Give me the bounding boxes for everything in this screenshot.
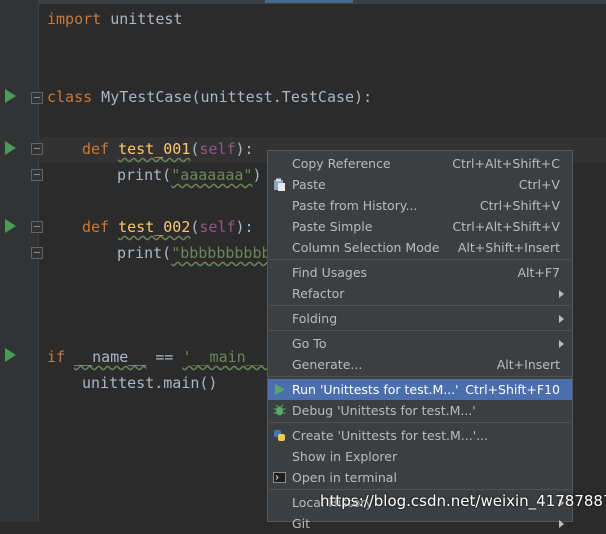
menu-shortcut: Ctrl+Shift+V (479, 198, 560, 213)
code-line-class[interactable]: class MyTestCase(unittest.TestCase): (47, 86, 372, 108)
self-param: self (199, 218, 236, 236)
code-line-import[interactable]: import unittest (47, 8, 182, 30)
run-main-icon[interactable] (5, 348, 16, 362)
code-line-def1[interactable]: def test_001(self): (82, 138, 254, 160)
code-line-print2[interactable]: print("bbbbbbbbbb (117, 242, 271, 264)
menu-separator (269, 305, 571, 306)
code-text: print( (117, 166, 172, 184)
active-tab-indicator[interactable] (265, 0, 353, 3)
menu-item-refactor[interactable]: Refactor (268, 283, 572, 304)
menu-item-go-to[interactable]: Go To (268, 333, 572, 354)
code-line-def2[interactable]: def test_002(self): (82, 216, 254, 238)
run-test-001-icon[interactable] (5, 141, 16, 155)
menu-item-column-selection-mode[interactable]: Column Selection Mode Alt+Shift+Insert (268, 237, 572, 258)
fold-def1-icon[interactable] (31, 143, 43, 155)
menu-item-label: Paste Simple (292, 219, 373, 234)
menu-item-label: Copy Reference (292, 156, 391, 171)
editor-tab-bar (0, 0, 606, 4)
editor-gutter (0, 0, 39, 522)
menu-shortcut: Alt+Shift+Insert (457, 240, 560, 255)
function-name: test_002 (118, 218, 191, 236)
clipboard-icon (274, 178, 285, 191)
debug-icon (273, 404, 286, 416)
string-literal: "aaaaaaa" (171, 166, 253, 184)
menu-item-find-usages[interactable]: Find Usages Alt+F7 (268, 262, 572, 283)
menu-item-label: Show in Explorer (292, 449, 398, 464)
code-text: ): (235, 218, 254, 236)
code-text: == (146, 348, 183, 366)
menu-item-label: Create 'Unittests for test.M...'... (292, 428, 489, 443)
menu-shortcut: Alt+F7 (517, 265, 560, 280)
keyword: def (82, 218, 110, 236)
menu-separator (269, 489, 571, 490)
code-text: unittest.main() (82, 374, 218, 392)
keyword: class (47, 88, 93, 106)
run-icon (275, 384, 285, 395)
self-param: self (199, 140, 236, 158)
code-line-main[interactable]: unittest.main() (82, 372, 217, 394)
menu-item-folding[interactable]: Folding (268, 308, 572, 329)
code-text: ): (235, 140, 254, 158)
code-text: unittest (101, 10, 183, 28)
menu-separator (269, 259, 571, 260)
menu-item-paste[interactable]: Paste Ctrl+V (268, 174, 572, 195)
menu-item-paste-from-history[interactable]: Paste from History... Ctrl+Shift+V (268, 195, 572, 216)
context-menu: Copy Reference Ctrl+Alt+Shift+C Paste Ctrl… (267, 150, 573, 531)
menu-item-label: Folding (292, 311, 338, 326)
menu-shortcut: Ctrl+Alt+Shift+V (452, 219, 560, 234)
menu-separator (269, 330, 571, 331)
watermark: https://blog.csdn.net/weixin_41787887 (320, 492, 606, 510)
code-line-ifmain[interactable]: if __name__ == '__main__' (47, 346, 273, 368)
menu-item-label: Generate... (292, 357, 363, 372)
terminal-icon (273, 472, 286, 483)
function-name: test_001 (118, 140, 191, 158)
menu-item-git[interactable]: Git (268, 513, 572, 534)
keyword: import (47, 10, 102, 28)
run-class-icon[interactable] (5, 89, 16, 103)
submenu-arrow-icon (559, 315, 564, 323)
menu-shortcut: Ctrl+V (518, 177, 560, 192)
menu-item-create-unittests[interactable]: Create 'Unittests for test.M...'... (268, 425, 572, 446)
menu-shortcut: Ctrl+Shift+F10 (465, 382, 560, 397)
submenu-arrow-icon (559, 520, 564, 528)
menu-separator (269, 422, 571, 423)
code-text: MyTestCase(unittest.TestCase): (92, 88, 373, 106)
code-line-print1[interactable]: print("aaaaaaa") (117, 164, 262, 186)
menu-item-label: Git (292, 516, 311, 531)
submenu-arrow-icon (559, 290, 564, 298)
menu-item-copy-reference[interactable]: Copy Reference Ctrl+Alt+Shift+C (268, 153, 572, 174)
code-text: print( (117, 244, 172, 262)
fold-def1-end-icon[interactable] (31, 169, 43, 181)
menu-shortcut: Alt+Insert (496, 357, 560, 372)
menu-item-show-in-explorer[interactable]: Show in Explorer (268, 446, 572, 467)
menu-item-label: Refactor (292, 286, 345, 301)
menu-item-label: Go To (292, 336, 327, 351)
menu-item-label: Paste (292, 177, 326, 192)
submenu-arrow-icon (559, 340, 564, 348)
menu-shortcut: Ctrl+Alt+Shift+C (452, 156, 560, 171)
menu-separator (269, 376, 571, 377)
string-literal: "bbbbbbbbbb (171, 244, 271, 262)
menu-item-generate[interactable]: Generate... Alt+Insert (268, 354, 572, 375)
menu-item-run-unittests[interactable]: Run 'Unittests for test.M...' Ctrl+Shift+… (268, 379, 572, 400)
menu-item-label: Column Selection Mode (292, 240, 440, 255)
fold-class-icon[interactable] (31, 92, 43, 104)
string-literal: '__main__' (182, 348, 273, 366)
keyword: def (82, 140, 110, 158)
menu-item-open-in-terminal[interactable]: Open in terminal (268, 467, 572, 488)
python-icon (274, 430, 285, 441)
keyword: if (47, 348, 66, 366)
code-text: ) (252, 166, 262, 184)
menu-item-debug-unittests[interactable]: Debug 'Unittests for test.M...' (268, 400, 572, 421)
menu-item-label: Paste from History... (292, 198, 418, 213)
menu-item-label: Find Usages (292, 265, 368, 280)
menu-item-label: Debug 'Unittests for test.M...' (292, 403, 476, 418)
run-test-002-icon[interactable] (5, 219, 16, 233)
menu-item-label: Open in terminal (292, 470, 397, 485)
fold-def2-icon[interactable] (31, 221, 43, 233)
dunder-name: __name__ (74, 348, 147, 366)
menu-item-label: Run 'Unittests for test.M...' (292, 382, 459, 397)
menu-item-paste-simple[interactable]: Paste Simple Ctrl+Alt+Shift+V (268, 216, 572, 237)
fold-def2-end-icon[interactable] (31, 247, 43, 259)
